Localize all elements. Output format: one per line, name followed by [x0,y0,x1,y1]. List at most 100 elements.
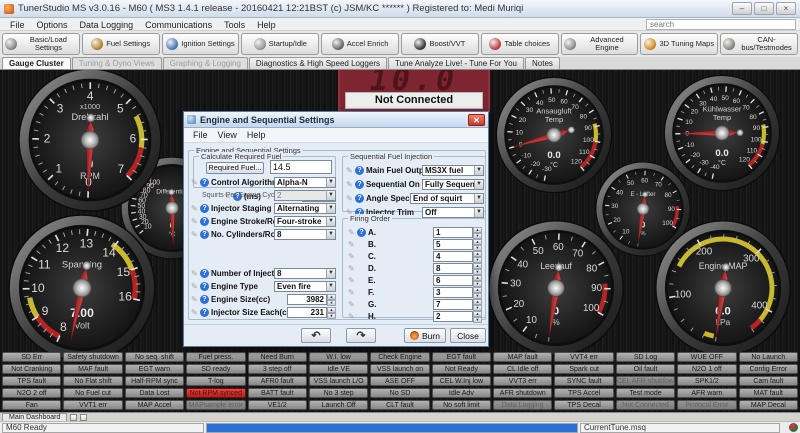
indicator-wue-off[interactable]: WUE OFF [677,352,736,362]
tab-gauge-cluster[interactable]: Gauge Cluster [2,57,71,69]
undo-button[interactable]: ↶ [301,328,331,343]
dialog-menu-file[interactable]: File [188,130,213,140]
redo-button[interactable]: ↷ [346,328,376,343]
indicator-cel-w-inj-low[interactable]: CEL W.Inj low [432,376,491,386]
indicator-sd-err[interactable]: SD Err [2,352,61,362]
toolbar-button-ignition-settings[interactable]: Ignition Settings [162,33,240,55]
indicator-cl-idle-off[interactable]: CL Idle off [493,364,552,374]
select-main-fuel-outputs[interactable]: MS3X fuel▼ [422,165,484,176]
indicator-no-launch[interactable]: No Launch [739,352,798,362]
toolbar-button-3d-tuning-maps[interactable]: 3D Tuning Maps [640,33,718,55]
indicator-safety-shutdown[interactable]: Safety shutdown [63,352,122,362]
dialog-close-icon[interactable]: ✕ [468,114,485,126]
indicator-egt-warn[interactable]: EGT warn [125,364,184,374]
tab-diagnostics-high-speed-loggers[interactable]: Diagnostics & High Speed Loggers [249,57,387,69]
select-squirts-per-engine-cycle[interactable]: 2▼ [274,190,336,201]
spinner-arrows[interactable]: ▲▼ [327,294,336,305]
help-icon[interactable]: ? [200,230,209,239]
required-fuel-button[interactable]: Required Fuel... [206,162,264,174]
help-icon[interactable]: ? [200,282,209,291]
indicator-clt-fault[interactable]: CLT fault [370,400,429,410]
indicator-afr-shutdown[interactable]: AFR shutdown [493,388,552,398]
input-firing-order-b[interactable]: 5 [433,239,473,250]
indicator-map-accel[interactable]: MAP Accel [125,400,184,410]
menu-data-logging[interactable]: Data Logging [74,20,140,30]
help-icon[interactable]: ? [200,295,209,304]
indicator-ase-off[interactable]: ASE OFF [370,376,429,386]
select-angle-specifies[interactable]: End of squirt▼ [410,193,484,204]
indicator-protocol-error[interactable]: Protocol Error [677,400,736,410]
dashboard-menu-icon[interactable] [80,414,87,421]
indicator-maf-fault[interactable]: MAF fault [63,364,122,374]
select-number-of-injectors[interactable]: 8▼ [274,268,336,279]
spinner-arrows[interactable]: ▲▼ [473,227,482,238]
menu-help[interactable]: Help [251,20,282,30]
menu-options[interactable]: Options [31,20,74,30]
toolbar-button-fuel-settings[interactable]: Fuel Settings [82,33,160,55]
indicator-launch-off[interactable]: Launch Off [309,400,368,410]
indicator-half-rpm-sync[interactable]: Half-RPM sync [125,376,184,386]
menu-tools[interactable]: Tools [218,20,251,30]
indicator-vvt1-err[interactable]: VVT1 err [63,400,122,410]
select-engine-stroke-rotary[interactable]: Four-stroke▼ [274,216,336,227]
indicator-n2o-1-off[interactable]: N2O 1 off [677,364,736,374]
indicator-mapsample-error[interactable]: MAPsample error [186,400,245,410]
minimize-button-icon[interactable]: – [732,2,752,15]
indicator-sd-log[interactable]: SD Log [616,352,675,362]
indicator-batt-fault[interactable]: BATT fault [248,388,307,398]
input-engine-size-cc[interactable]: 3982 [287,294,327,305]
spinner-arrows[interactable]: ▲▼ [473,263,482,274]
required-fuel-input[interactable]: 14.5 [270,160,332,174]
dialog-menu-view[interactable]: View [213,130,242,140]
restore-button-icon[interactable]: □ [754,2,774,15]
menu-communications[interactable]: Communications [139,20,218,30]
close-button-icon[interactable]: × [776,2,796,15]
indicator-w-i-low[interactable]: W.I. low [309,352,368,362]
indicator-cam-fault[interactable]: Cam fault [739,376,798,386]
menu-file[interactable]: File [4,20,31,30]
indicator-no-soft-limit[interactable]: No soft limit [432,400,491,410]
indicator-not-connected[interactable]: Not Connected [616,400,675,410]
indicator-vss-launch-l-o[interactable]: VSS launch L/O [309,376,368,386]
indicator-oil-fault[interactable]: Oil fault [616,364,675,374]
toolbar-button-basic-load-settings[interactable]: Basic/Load Settings [2,33,80,55]
search-input[interactable] [646,19,796,30]
indicator-egt-fault[interactable]: EGT fault [432,352,491,362]
indicator-afr0-fault[interactable]: AFR0 fault [248,376,307,386]
indicator-3-step-off[interactable]: 3 step off [248,364,307,374]
indicator-no-fuel-cut[interactable]: No Fuel cut [63,388,122,398]
toolbar-button-can-bus-testmodes[interactable]: CAN-bus/Testmodes [720,33,798,55]
indicator-no-flat-shift[interactable]: No Flat shift [63,376,122,386]
indicator-n2o-2-off[interactable]: N2O 2 off [2,388,61,398]
spinner-arrows[interactable]: ▲▼ [473,287,482,298]
close-button[interactable]: Close [450,328,486,343]
dialog-titlebar[interactable]: Engine and Sequential Settings ✕ [184,112,488,128]
help-icon[interactable]: ? [355,194,364,203]
input-firing-order-a[interactable]: 1 [433,227,473,238]
indicator-tps-accel[interactable]: TPS Accel [554,388,613,398]
input-firing-order-e[interactable]: 6 [433,275,473,286]
select-engine-type[interactable]: Even fire▼ [274,281,336,292]
select-injector-staging[interactable]: Alternating▼ [274,203,336,214]
help-icon[interactable]: ? [355,180,364,189]
indicator-tps-decal[interactable]: TPS Decal [554,400,613,410]
help-icon[interactable]: ? [200,204,209,213]
spinner-down-icon[interactable]: ▼ [473,317,482,323]
spinner-arrows[interactable]: ▲▼ [473,251,482,262]
indicator-map-decal[interactable]: MAP Decal [739,400,798,410]
toolbar-button-advanced-engine[interactable]: Advanced Engine [561,33,639,55]
indicator-fuel-press[interactable]: Fuel press. [186,352,245,362]
select-no-cylinders-rotors[interactable]: 8▼ [274,229,336,240]
spinner-arrows[interactable]: ▲▼ [473,311,482,322]
input-firing-order-h[interactable]: 2 [433,311,473,322]
select-sequential-on[interactable]: Fully Sequential▼ [422,179,484,190]
indicator-data-logging[interactable]: Data Logging [493,400,552,410]
help-icon[interactable]: ? [200,308,209,317]
spinner-arrows[interactable]: ▲▼ [327,307,336,318]
add-dashboard-icon[interactable] [70,414,77,421]
spinner-down-icon[interactable]: ▼ [327,313,336,319]
indicator-need-burn[interactable]: Need Burn [248,352,307,362]
spinner-arrows[interactable]: ▲▼ [473,239,482,250]
indicator-no-seq-shift[interactable]: No seq. shift [125,352,184,362]
toolbar-button-boost-vvt[interactable]: Boost/VVT [401,33,479,55]
